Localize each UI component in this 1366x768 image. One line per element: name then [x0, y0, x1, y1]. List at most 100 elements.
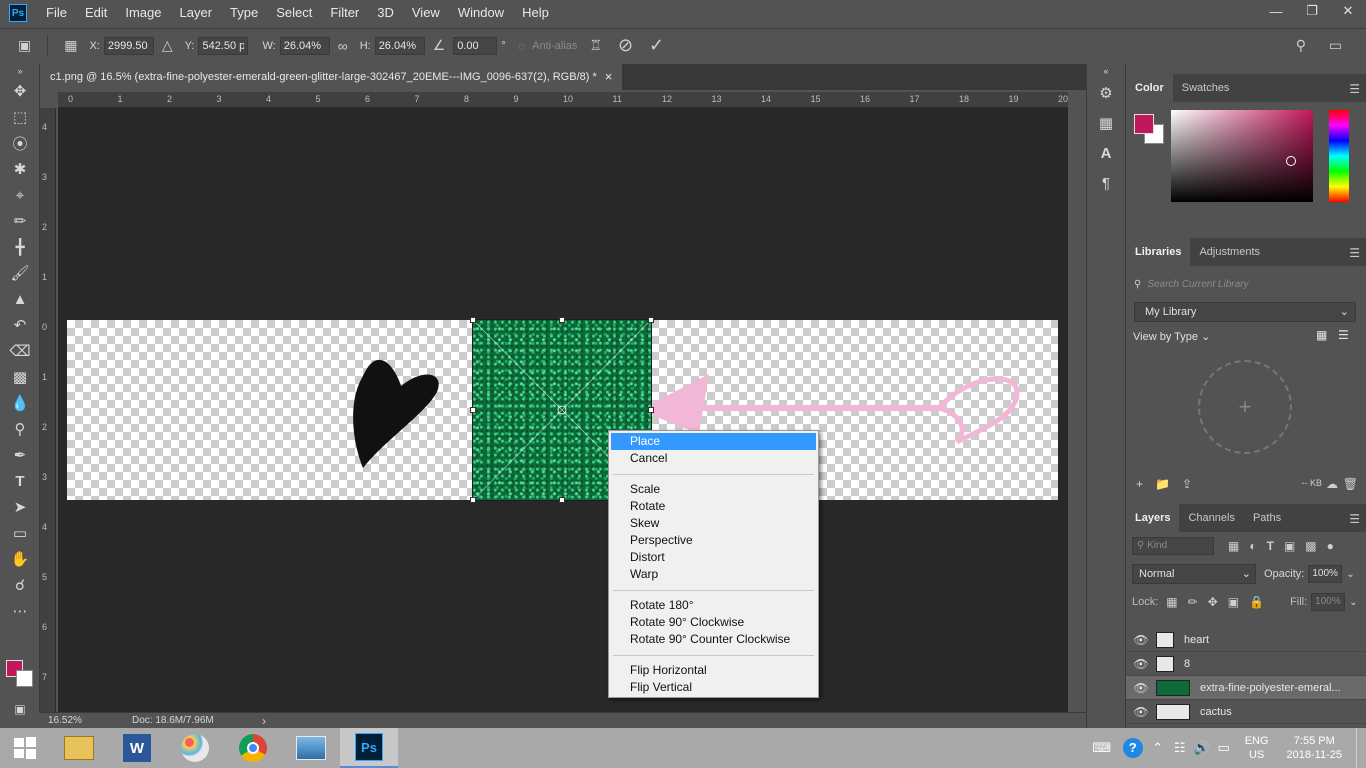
history-brush-icon[interactable]: ↶: [0, 312, 40, 338]
transform-handle[interactable]: [559, 497, 565, 503]
eyedropper-tool-icon[interactable]: ✏: [0, 208, 40, 234]
blend-mode-select[interactable]: Normal ⌄: [1132, 564, 1256, 584]
angle-input[interactable]: [453, 36, 498, 55]
layer-row[interactable]: 👁 cactus: [1126, 700, 1366, 724]
dodge-tool-icon[interactable]: ⚲: [0, 416, 40, 442]
menu-perspective[interactable]: Perspective: [611, 532, 816, 549]
shape-filter-icon[interactable]: ▣: [1284, 539, 1295, 553]
workspace-icon[interactable]: ▭: [1329, 37, 1342, 54]
document-tab[interactable]: c1.png @ 16.5% (extra-fine-polyester-eme…: [40, 64, 623, 90]
keyboard-icon[interactable]: ⌨: [1085, 740, 1119, 756]
menu-type[interactable]: Type: [221, 0, 267, 26]
menu-distort[interactable]: Distort: [611, 549, 816, 566]
tab-paths[interactable]: Paths: [1244, 504, 1290, 532]
lock-position-icon[interactable]: ✥: [1208, 595, 1218, 609]
gradient-tool-icon[interactable]: ▩: [0, 364, 40, 390]
status-arrow-icon[interactable]: ›: [262, 714, 266, 728]
upload-icon[interactable]: ⇪: [1182, 477, 1192, 491]
layer-row[interactable]: 👁 heart: [1126, 628, 1366, 652]
add-icon[interactable]: +: [1136, 477, 1143, 491]
layer-kind-filter[interactable]: ⚲ Kind: [1132, 537, 1214, 555]
zoom-tool-icon[interactable]: ☌: [0, 572, 40, 598]
menu-flip-horizontal[interactable]: Flip Horizontal: [611, 662, 816, 679]
pixel-filter-icon[interactable]: ▦: [1228, 539, 1239, 553]
hue-slider[interactable]: [1329, 110, 1349, 202]
collapse-arrows-icon[interactable]: »: [0, 64, 40, 78]
collapse-arrows-icon[interactable]: «: [1087, 64, 1125, 78]
start-button[interactable]: [0, 728, 50, 768]
lock-image-icon[interactable]: ✏: [1188, 595, 1198, 609]
move-tool-icon[interactable]: ✥: [0, 78, 40, 104]
menu-skew[interactable]: Skew: [611, 515, 816, 532]
language-indicator[interactable]: ENG US: [1245, 734, 1269, 762]
taskbar-photos[interactable]: [282, 728, 340, 768]
taskbar-word[interactable]: W: [108, 728, 166, 768]
transform-handle[interactable]: [470, 407, 476, 413]
transform-handle[interactable]: [648, 317, 654, 323]
menu-rotate-90-ccw[interactable]: Rotate 90° Counter Clockwise: [611, 631, 816, 648]
blur-tool-icon[interactable]: 💧: [0, 390, 40, 416]
panel-menu-icon[interactable]: ☰: [1349, 512, 1360, 526]
library-search[interactable]: ⚲ Search Current Library: [1132, 274, 1358, 294]
paragraph-panel-icon[interactable]: ¶: [1087, 168, 1125, 198]
lock-transparent-icon[interactable]: ▦: [1166, 595, 1177, 609]
taskbar-paint[interactable]: [166, 728, 224, 768]
notification-icon[interactable]: ▭: [1213, 740, 1235, 756]
tab-color[interactable]: Color: [1126, 74, 1173, 102]
volume-icon[interactable]: 🔊: [1191, 740, 1213, 756]
menu-rotate-180[interactable]: Rotate 180°: [611, 597, 816, 614]
network-icon[interactable]: ☷: [1169, 740, 1191, 756]
transform-handle[interactable]: [648, 407, 654, 413]
more-tools-icon[interactable]: ⋯: [0, 598, 40, 624]
menu-edit[interactable]: Edit: [76, 0, 116, 26]
fill-input[interactable]: 100%: [1311, 593, 1346, 611]
transform-tool-icon[interactable]: ▣: [18, 37, 31, 54]
hand-tool-icon[interactable]: ✋: [0, 546, 40, 572]
panel-menu-icon[interactable]: ☰: [1349, 246, 1360, 260]
clock[interactable]: 7:55 PM 2018-11-25: [1287, 734, 1342, 762]
menu-layer[interactable]: Layer: [171, 0, 222, 26]
close-tab-icon[interactable]: ×: [605, 64, 613, 90]
eraser-tool-icon[interactable]: ⌫: [0, 338, 40, 364]
canvas-area[interactable]: [58, 108, 1068, 712]
add-library-item-icon[interactable]: +: [1198, 360, 1292, 454]
library-select[interactable]: My Library ⌄: [1134, 302, 1356, 322]
transform-handle[interactable]: [559, 317, 565, 323]
menu-warp[interactable]: Warp: [611, 566, 816, 583]
panel-menu-icon[interactable]: ☰: [1349, 82, 1360, 96]
crop-tool-icon[interactable]: ⌖: [0, 182, 40, 208]
adjustment-filter-icon[interactable]: ◐: [1249, 539, 1256, 553]
menu-filter[interactable]: Filter: [321, 0, 368, 26]
trash-icon[interactable]: 🗑: [1343, 477, 1358, 491]
quick-select-tool-icon[interactable]: ✱: [0, 156, 40, 182]
transform-handle[interactable]: [470, 317, 476, 323]
view-by-dropdown[interactable]: View by Type ⌄: [1133, 330, 1210, 343]
clone-stamp-icon[interactable]: ▲: [0, 286, 40, 312]
color-picker-marker[interactable]: [1286, 156, 1296, 166]
color-panel-foreground[interactable]: [1134, 114, 1154, 134]
close-icon[interactable]: ✕: [1330, 0, 1366, 22]
chevron-down-icon[interactable]: ⌄: [1349, 597, 1357, 608]
background-color-swatch[interactable]: [16, 670, 33, 687]
filter-toggle-icon[interactable]: ●: [1327, 539, 1334, 553]
eye-icon[interactable]: 👁: [1126, 657, 1156, 671]
menu-image[interactable]: Image: [116, 0, 170, 26]
tab-adjustments[interactable]: Adjustments: [1190, 238, 1269, 266]
rectangle-tool-icon[interactable]: ▭: [0, 520, 40, 546]
help-icon[interactable]: ?: [1119, 738, 1147, 758]
cloud-icon[interactable]: ☁: [1326, 477, 1338, 491]
delta-icon[interactable]: △: [162, 37, 173, 54]
minimize-icon[interactable]: —: [1258, 0, 1294, 22]
taskbar-file-explorer[interactable]: [50, 728, 108, 768]
tab-layers[interactable]: Layers: [1126, 504, 1180, 532]
menu-select[interactable]: Select: [267, 0, 321, 26]
antialias-checkbox[interactable]: ○: [518, 38, 526, 54]
menu-place[interactable]: Place: [611, 433, 816, 450]
smart-object-filter-icon[interactable]: ▩: [1305, 539, 1316, 553]
commit-transform-icon[interactable]: ✓: [649, 35, 664, 56]
zoom-level[interactable]: 16.52%: [48, 715, 132, 726]
transform-handle[interactable]: [470, 497, 476, 503]
lock-artboard-icon[interactable]: ▣: [1228, 595, 1239, 609]
search-icon[interactable]: ⚲: [1296, 37, 1306, 54]
menu-3d[interactable]: 3D: [368, 0, 403, 26]
